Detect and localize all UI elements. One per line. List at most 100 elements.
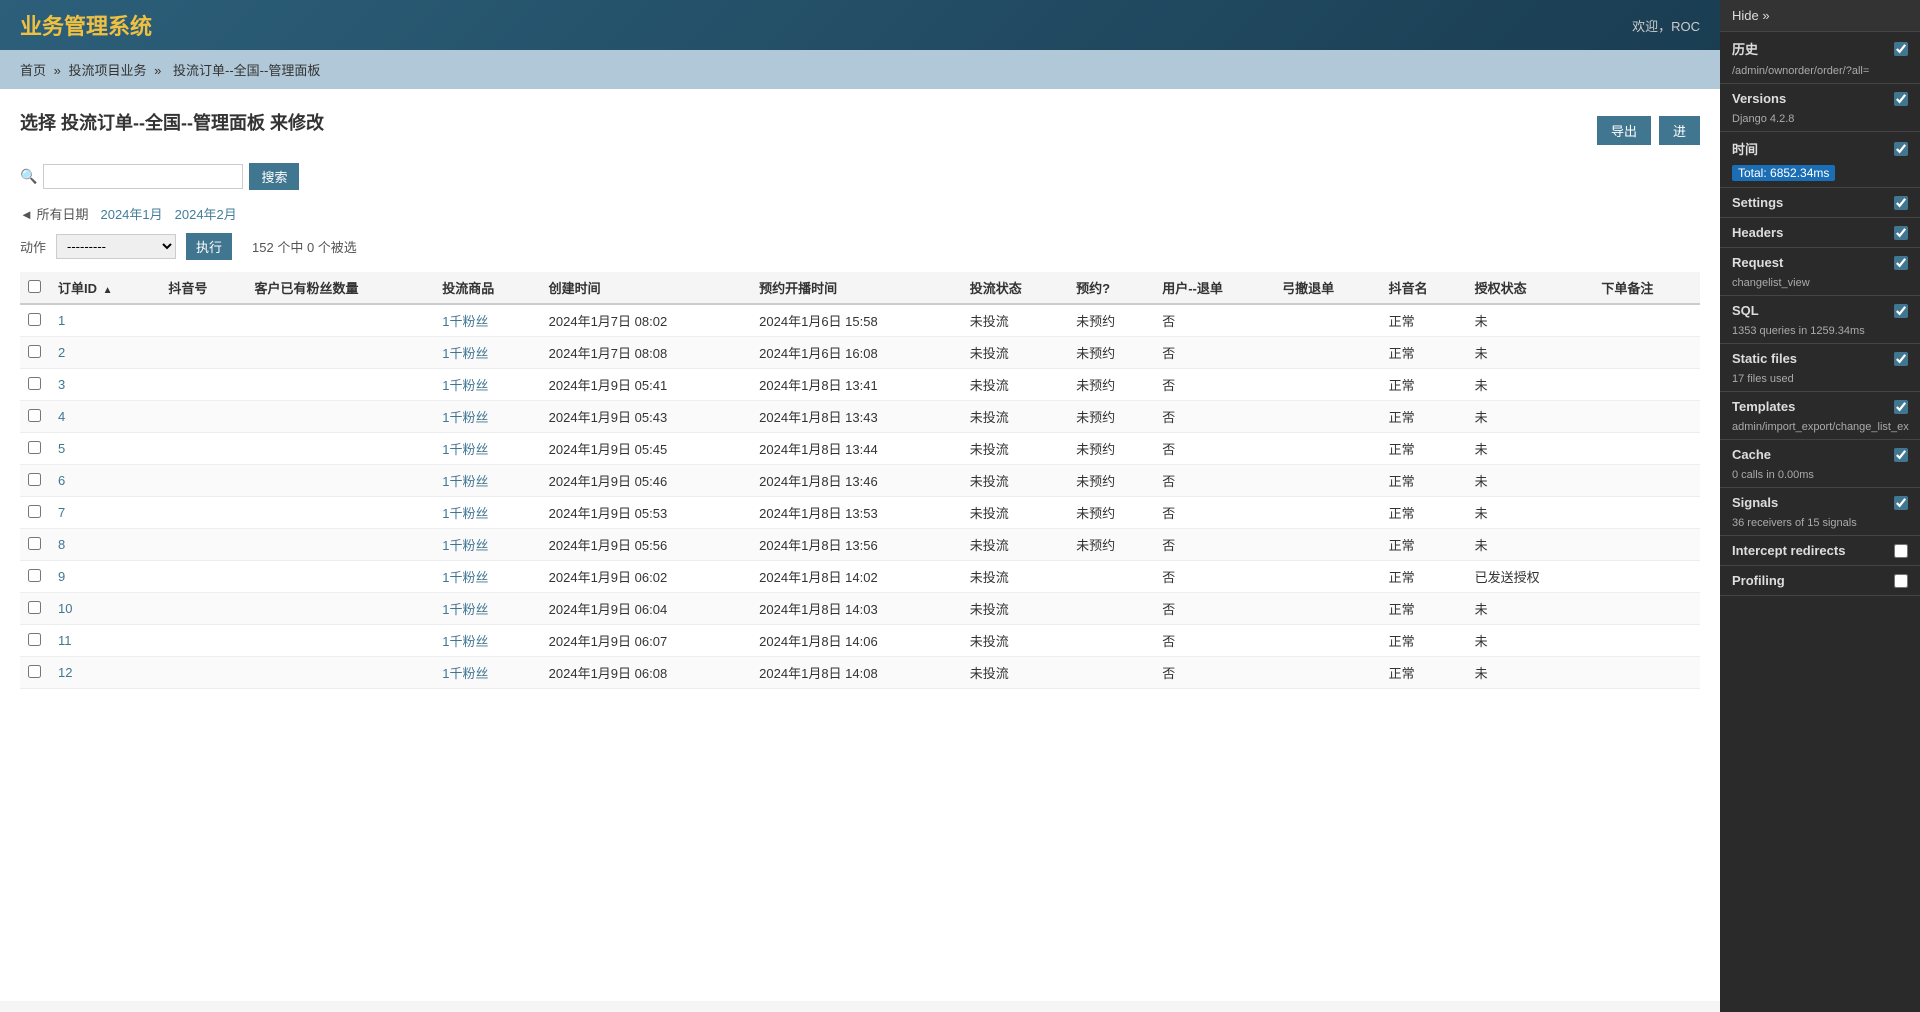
row-select-checkbox[interactable] bbox=[28, 537, 41, 550]
th-note[interactable]: 下单备注 bbox=[1593, 272, 1700, 304]
row-select-checkbox[interactable] bbox=[28, 569, 41, 582]
th-created[interactable]: 创建时间 bbox=[541, 272, 752, 304]
search-button[interactable]: 搜索 bbox=[249, 163, 299, 190]
import-button[interactable]: 进 bbox=[1659, 116, 1700, 145]
djdt-checkbox-settings[interactable] bbox=[1894, 196, 1908, 210]
row-note bbox=[1593, 433, 1700, 465]
row-product-link[interactable]: 1千粉丝 bbox=[442, 346, 488, 361]
row-refund bbox=[1274, 401, 1380, 433]
date-filter-feb[interactable]: 2024年2月 bbox=[175, 204, 237, 223]
row-product-link[interactable]: 1千粉丝 bbox=[442, 602, 488, 617]
djdt-checkbox-templates[interactable] bbox=[1894, 400, 1908, 414]
action-select[interactable]: --------- bbox=[56, 234, 176, 259]
djdt-checkbox-sql[interactable] bbox=[1894, 304, 1908, 318]
row-id-link[interactable]: 9 bbox=[58, 569, 65, 584]
djdt-checkbox-history[interactable] bbox=[1894, 42, 1908, 56]
search-input[interactable] bbox=[43, 164, 243, 189]
djdt-checkbox-cache[interactable] bbox=[1894, 448, 1908, 462]
breadcrumb-section[interactable]: 投流项目业务 bbox=[69, 63, 147, 78]
row-select-checkbox[interactable] bbox=[28, 473, 41, 486]
row-product-link[interactable]: 1千粉丝 bbox=[442, 506, 488, 521]
row-select-checkbox[interactable] bbox=[28, 633, 41, 646]
djdt-checkbox-intercept_redirects[interactable] bbox=[1894, 544, 1908, 558]
row-select-checkbox[interactable] bbox=[28, 377, 41, 390]
row-product-link[interactable]: 1千粉丝 bbox=[442, 634, 488, 649]
row-status: 未投流 bbox=[962, 401, 1068, 433]
djdt-section-header-settings[interactable]: Settings bbox=[1720, 188, 1920, 217]
row-select-checkbox[interactable] bbox=[28, 345, 41, 358]
row-product-link[interactable]: 1千粉丝 bbox=[442, 538, 488, 553]
row-product-link[interactable]: 1千粉丝 bbox=[442, 570, 488, 585]
row-product-link[interactable]: 1千粉丝 bbox=[442, 410, 488, 425]
th-refund[interactable]: 弓撤退单 bbox=[1274, 272, 1380, 304]
row-id-link[interactable]: 3 bbox=[58, 377, 65, 392]
djdt-section-header-intercept_redirects[interactable]: Intercept redirects bbox=[1720, 536, 1920, 565]
row-id: 3 bbox=[50, 369, 160, 401]
breadcrumb-page: 投流订单--全国--管理面板 bbox=[173, 63, 320, 78]
row-id-link[interactable]: 8 bbox=[58, 537, 65, 552]
th-booked[interactable]: 预约? bbox=[1068, 272, 1154, 304]
th-scheduled[interactable]: 预约开播时间 bbox=[751, 272, 962, 304]
row-id-link[interactable]: 1 bbox=[58, 313, 65, 328]
djdt-section-header-versions[interactable]: Versions bbox=[1720, 84, 1920, 113]
row-id-link[interactable]: 4 bbox=[58, 409, 65, 424]
execute-button[interactable]: 执行 bbox=[186, 233, 232, 260]
djdt-checkbox-headers[interactable] bbox=[1894, 226, 1908, 240]
th-order-id[interactable]: 订单ID ▲ bbox=[50, 272, 160, 304]
djdt-section-header-profiling[interactable]: Profiling bbox=[1720, 566, 1920, 595]
row-id-link[interactable]: 11 bbox=[58, 633, 72, 648]
export-button[interactable]: 导出 bbox=[1597, 116, 1651, 145]
th-fans[interactable]: 客户已有粉丝数量 bbox=[246, 272, 434, 304]
th-status[interactable]: 投流状态 bbox=[962, 272, 1068, 304]
djdt-checkbox-signals[interactable] bbox=[1894, 496, 1908, 510]
row-scheduled: 2024年1月8日 14:08 bbox=[751, 657, 962, 689]
row-select-checkbox[interactable] bbox=[28, 441, 41, 454]
djdt-checkbox-profiling[interactable] bbox=[1894, 574, 1908, 588]
row-select-checkbox[interactable] bbox=[28, 601, 41, 614]
djdt-section-header-cache[interactable]: Cache bbox=[1720, 440, 1920, 469]
djdt-section-header-signals[interactable]: Signals bbox=[1720, 488, 1920, 517]
djdt-section-templates: Templates admin/import_export/change_lis… bbox=[1720, 392, 1920, 440]
th-product[interactable]: 投流商品 bbox=[434, 272, 540, 304]
djdt-section-header-history[interactable]: 历史 bbox=[1720, 32, 1920, 65]
th-user-refund[interactable]: 用户--退单 bbox=[1154, 272, 1274, 304]
djdt-section-header-request[interactable]: Request bbox=[1720, 248, 1920, 277]
djdt-checkbox-time[interactable] bbox=[1894, 142, 1908, 156]
row-id-link[interactable]: 7 bbox=[58, 505, 65, 520]
djdt-section-header-static_files[interactable]: Static files bbox=[1720, 344, 1920, 373]
djdt-hide-button[interactable]: Hide » bbox=[1720, 0, 1920, 32]
djdt-checkbox-static_files[interactable] bbox=[1894, 352, 1908, 366]
djdt-section-header-templates[interactable]: Templates bbox=[1720, 392, 1920, 421]
breadcrumb-home[interactable]: 首页 bbox=[20, 63, 46, 78]
djdt-section-header-time[interactable]: 时间 bbox=[1720, 132, 1920, 165]
row-product-link[interactable]: 1千粉丝 bbox=[442, 378, 488, 393]
djdt-checkbox-versions[interactable] bbox=[1894, 92, 1908, 106]
row-id: 8 bbox=[50, 529, 160, 561]
row-product-link[interactable]: 1千粉丝 bbox=[442, 442, 488, 457]
th-name[interactable]: 抖音名 bbox=[1381, 272, 1467, 304]
th-auth-status[interactable]: 授权状态 bbox=[1467, 272, 1594, 304]
djdt-section-header-headers[interactable]: Headers bbox=[1720, 218, 1920, 247]
th-douyin-id[interactable]: 抖音号 bbox=[160, 272, 246, 304]
row-product-link[interactable]: 1千粉丝 bbox=[442, 314, 488, 329]
row-select-checkbox[interactable] bbox=[28, 665, 41, 678]
row-product-link[interactable]: 1千粉丝 bbox=[442, 474, 488, 489]
row-id-link[interactable]: 2 bbox=[58, 345, 65, 360]
row-status: 未投流 bbox=[962, 561, 1068, 593]
row-select-checkbox[interactable] bbox=[28, 313, 41, 326]
row-id-link[interactable]: 10 bbox=[58, 601, 72, 616]
row-product-link[interactable]: 1千粉丝 bbox=[442, 666, 488, 681]
row-douyin-id bbox=[160, 529, 246, 561]
djdt-checkbox-request[interactable] bbox=[1894, 256, 1908, 270]
djdt-sub-sql: 1353 queries in 1259.34ms bbox=[1720, 325, 1920, 343]
row-user-refund: 否 bbox=[1154, 657, 1274, 689]
row-id-link[interactable]: 6 bbox=[58, 473, 65, 488]
date-filter-jan[interactable]: 2024年1月 bbox=[100, 204, 162, 223]
row-id-link[interactable]: 5 bbox=[58, 441, 65, 456]
row-id-link[interactable]: 12 bbox=[58, 665, 72, 680]
select-all-checkbox[interactable] bbox=[28, 280, 41, 293]
row-douyin-id bbox=[160, 561, 246, 593]
row-select-checkbox[interactable] bbox=[28, 409, 41, 422]
row-select-checkbox[interactable] bbox=[28, 505, 41, 518]
djdt-section-header-sql[interactable]: SQL bbox=[1720, 296, 1920, 325]
